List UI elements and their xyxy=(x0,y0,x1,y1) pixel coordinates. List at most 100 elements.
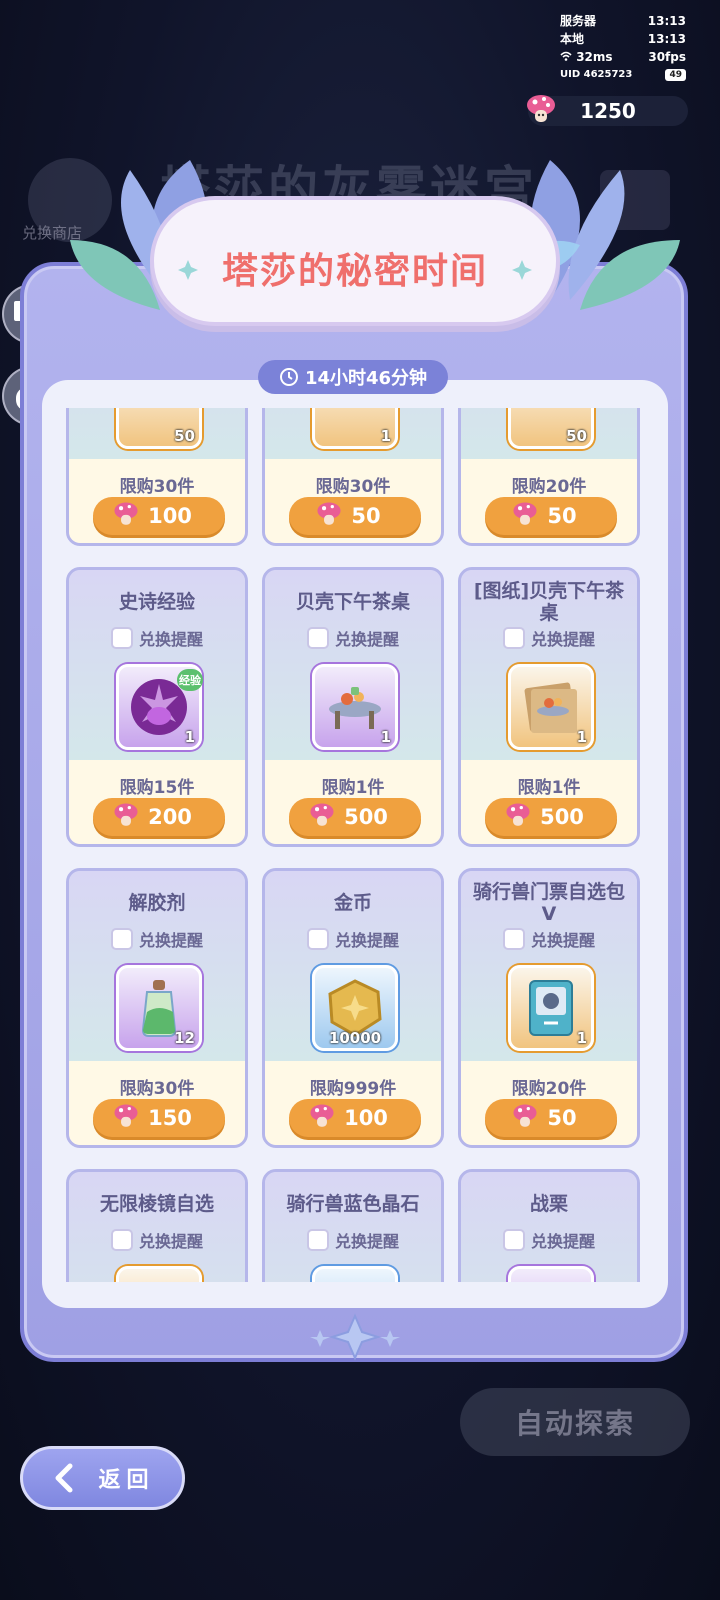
reminder-checkbox[interactable] xyxy=(502,1229,525,1251)
exchange-reminder[interactable]: 兑换提醒 xyxy=(69,1228,245,1252)
buy-button[interactable]: 50 xyxy=(485,497,617,535)
reminder-checkbox[interactable] xyxy=(502,928,525,950)
buy-button[interactable]: 100 xyxy=(93,497,225,535)
item-icon[interactable]: 1 xyxy=(312,408,398,449)
mushroom-icon xyxy=(511,1102,539,1135)
reminder-checkbox[interactable] xyxy=(110,928,133,950)
exchange-reminder[interactable]: 兑换提醒 xyxy=(69,626,245,650)
shop-item-card[interactable]: 1 限购30件 50 xyxy=(262,408,444,546)
purchase-limit: 限购15件 xyxy=(119,778,195,798)
local-time: 13:13 xyxy=(647,32,686,46)
shop-item-card[interactable]: [图纸]贝壳下午茶桌 兑换提醒 1 限购1件 500 xyxy=(458,567,640,847)
exchange-reminder[interactable]: 兑换提醒 xyxy=(265,1228,441,1252)
price-value: 500 xyxy=(540,805,584,829)
buy-button[interactable]: 50 xyxy=(485,1099,617,1137)
sparkle-icon xyxy=(178,260,198,280)
shop-item-card[interactable]: 史诗经验 兑换提醒 经验 1 限购15件 200 xyxy=(66,567,248,847)
exchange-reminder[interactable]: 兑换提醒 xyxy=(265,927,441,951)
buy-button[interactable]: 150 xyxy=(93,1099,225,1137)
item-name: 金币 xyxy=(333,892,372,914)
item-icon[interactable]: 10000 xyxy=(312,965,398,1051)
shop-item-card[interactable]: 骑行兽门票自选包V 兑换提醒 1 限购20件 50 xyxy=(458,868,640,1148)
item-quantity: 1 xyxy=(576,1029,587,1047)
sparkle-icon xyxy=(512,260,532,280)
item-quantity: 1 xyxy=(576,728,587,746)
reminder-label: 兑换提醒 xyxy=(334,931,399,950)
price-value: 50 xyxy=(547,1106,577,1130)
wifi-icon xyxy=(560,51,572,61)
reminder-checkbox[interactable] xyxy=(110,627,133,649)
item-icon[interactable]: 50 xyxy=(508,408,594,449)
back-button[interactable]: 返回 xyxy=(20,1446,185,1510)
shop-item-card[interactable]: 战栗 兑换提醒 xyxy=(458,1169,640,1282)
exchange-reminder[interactable]: 兑换提醒 xyxy=(461,927,637,951)
purchase-limit: 限购999件 xyxy=(309,1079,397,1099)
buy-button[interactable]: 200 xyxy=(93,798,225,836)
shop-item-card[interactable]: 贝壳下午茶桌 兑换提醒 1 限购1件 500 xyxy=(262,567,444,847)
item-quantity: 1 xyxy=(380,427,391,445)
item-quantity: 1 xyxy=(380,728,391,746)
purchase-limit: 限购30件 xyxy=(119,477,195,497)
item-icon[interactable] xyxy=(312,1266,398,1282)
reminder-checkbox[interactable] xyxy=(110,1229,133,1251)
sparkle-decoration xyxy=(310,1313,400,1361)
price-value: 150 xyxy=(148,1106,192,1130)
shop-item-grid[interactable]: 50 限购30件 100 1 限购30件 50 50 限购20件 50 史诗经验… xyxy=(42,408,668,1282)
exchange-reminder[interactable]: 兑换提醒 xyxy=(69,927,245,951)
buy-button[interactable]: 100 xyxy=(289,1099,421,1137)
mushroom-icon xyxy=(504,801,532,834)
item-icon[interactable]: 12 xyxy=(116,965,202,1051)
buy-button[interactable]: 500 xyxy=(289,798,421,836)
buy-button[interactable]: 50 xyxy=(289,497,421,535)
buy-button[interactable]: 500 xyxy=(485,798,617,836)
item-icon[interactable] xyxy=(508,1266,594,1282)
auto-explore-button[interactable]: 自动探索 xyxy=(460,1388,690,1456)
reminder-label: 兑换提醒 xyxy=(530,630,595,649)
purchase-limit: 限购30件 xyxy=(315,477,391,497)
shop-item-card[interactable]: 金币 兑换提醒 10000 限购999件 100 xyxy=(262,868,444,1148)
server-label: 服务器 xyxy=(560,14,597,28)
reminder-label: 兑换提醒 xyxy=(138,630,203,649)
shop-item-card[interactable]: 骑行兽蓝色晶石 兑换提醒 xyxy=(262,1169,444,1282)
reminder-checkbox[interactable] xyxy=(502,627,525,649)
back-arrow-icon xyxy=(55,1463,73,1493)
mushroom-icon xyxy=(308,1102,336,1135)
exchange-reminder[interactable]: 兑换提醒 xyxy=(265,626,441,650)
timer-text: 14小时46分钟 xyxy=(304,368,428,389)
item-name: [图纸]贝壳下午茶桌 xyxy=(473,580,625,624)
item-icon[interactable]: 1 xyxy=(508,664,594,750)
back-label: 返回 xyxy=(98,1468,155,1493)
shop-item-card[interactable]: 50 限购30件 100 xyxy=(66,408,248,546)
ping-readout: 32ms xyxy=(560,48,613,66)
item-name: 骑行兽蓝色晶石 xyxy=(286,1193,420,1215)
price-value: 500 xyxy=(344,805,388,829)
item-icon[interactable]: 经验 1 xyxy=(116,664,203,750)
item-name: 解胶剂 xyxy=(128,892,186,914)
shop-item-card[interactable]: 解胶剂 兑换提醒 12 限购30件 150 xyxy=(66,868,248,1148)
battery-badge: 49 xyxy=(665,69,686,81)
mushroom-icon xyxy=(315,500,343,533)
currency-amount: 1250 xyxy=(580,99,636,123)
item-icon[interactable]: 50 xyxy=(116,408,202,449)
price-value: 50 xyxy=(547,504,577,528)
reminder-checkbox[interactable] xyxy=(306,1229,329,1251)
shop-item-card[interactable]: 50 限购20件 50 xyxy=(458,408,640,546)
currency-counter: 1250 xyxy=(527,95,688,126)
item-icon[interactable]: 1 xyxy=(312,664,398,750)
item-icon[interactable]: 1 xyxy=(508,965,594,1051)
item-name: 战栗 xyxy=(529,1193,568,1215)
exchange-reminder[interactable]: 兑换提醒 xyxy=(461,1228,637,1252)
shop-item-card[interactable]: 无限棱镜自选 兑换提醒 xyxy=(66,1169,248,1282)
price-value: 100 xyxy=(344,1106,388,1130)
purchase-limit: 限购1件 xyxy=(321,778,385,798)
reminder-label: 兑换提醒 xyxy=(138,931,203,950)
purchase-limit: 限购1件 xyxy=(517,778,581,798)
exchange-reminder[interactable]: 兑换提醒 xyxy=(461,626,637,650)
reminder-checkbox[interactable] xyxy=(306,627,329,649)
item-quantity: 50 xyxy=(566,427,587,445)
item-name: 史诗经验 xyxy=(118,591,195,613)
price-value: 50 xyxy=(351,504,381,528)
reminder-checkbox[interactable] xyxy=(306,928,329,950)
uid-label: UID 4625723 xyxy=(560,69,633,80)
item-icon[interactable] xyxy=(116,1266,202,1282)
